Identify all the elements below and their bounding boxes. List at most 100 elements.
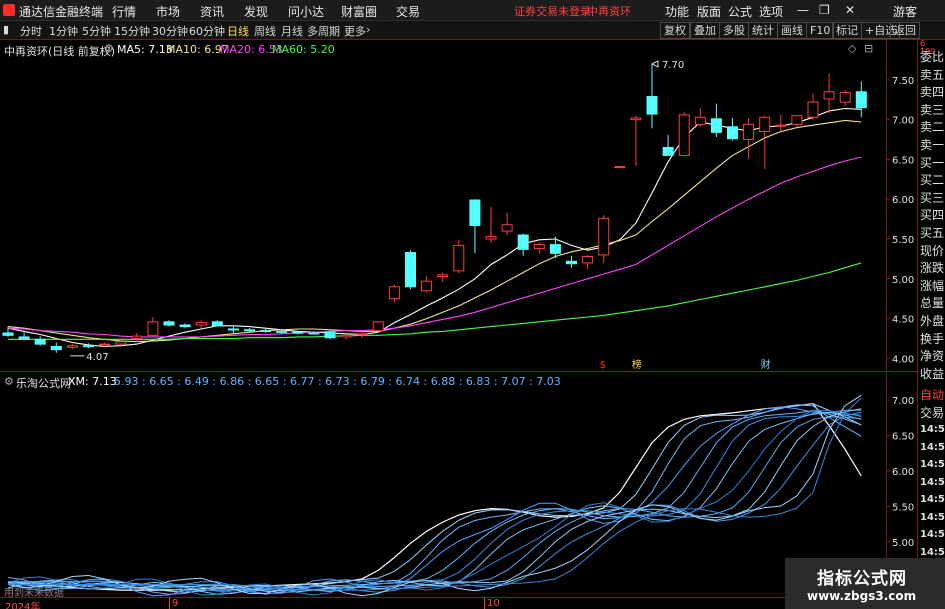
app-logo-icon xyxy=(3,4,15,16)
kline-chart[interactable]: 4.00 4.50 5.00 5.50 6.00 6.50 7.00 7.50 7.70 4.0… xyxy=(0,40,917,372)
period-tab-more[interactable]: 更多 xyxy=(344,23,366,39)
tick-time: 14:56 xyxy=(920,424,945,435)
toolbar-back-icon[interactable]: ▮ xyxy=(3,23,9,36)
candle-body xyxy=(549,244,561,254)
candle-body xyxy=(727,126,738,140)
trade-panel-label: 自动 xyxy=(920,388,945,402)
adjust-button[interactable]: 复权 xyxy=(660,22,690,39)
period-tab-5min[interactable]: 5分钟 xyxy=(82,23,111,39)
period-tab-multi[interactable]: 多周期 xyxy=(307,23,340,39)
quote-field-label: 买二 xyxy=(920,173,945,188)
period-tab-timeshare[interactable]: 分时 xyxy=(20,23,42,39)
menu-news[interactable]: 资讯 xyxy=(200,3,224,20)
ma-line-ma60 xyxy=(8,262,862,340)
candle-body xyxy=(630,117,642,121)
menu-market[interactable]: 市场 xyxy=(156,3,180,20)
ind-tick-label: 7.00 xyxy=(892,396,914,407)
candle-body xyxy=(662,146,674,156)
f10-button[interactable]: F10 xyxy=(806,22,835,39)
trade-login-status[interactable]: 证券交易未登录 xyxy=(514,3,591,19)
candle-body xyxy=(566,260,577,265)
minimize-icon[interactable]: — xyxy=(797,3,809,17)
indicator-line xyxy=(8,410,862,591)
event-marker: 榜 xyxy=(632,358,642,371)
candle-body xyxy=(839,92,851,103)
candle-body xyxy=(437,274,449,277)
quote-field-label: 卖四 xyxy=(920,85,945,100)
high-arrow xyxy=(650,60,659,68)
site-watermark: 指标公式网 www.zbgs3.com xyxy=(785,558,945,609)
menu-trade[interactable]: 交易 xyxy=(396,3,420,20)
close-icon[interactable]: ✕ xyxy=(845,3,855,17)
menu-formula[interactable]: 公式 xyxy=(728,3,752,20)
candle-body xyxy=(83,345,94,348)
quote-side-panel: 6 100 委比 卖五 卖四 卖三 卖二 卖一 买一 买二 买三 买四 买五 现价 涨跌 涨幅 总量 外盘 换手净… xyxy=(917,40,945,609)
indicator-chart[interactable]: 5.00 5.50 6.00 6.50 7.00 xyxy=(0,372,917,598)
candle-body xyxy=(405,252,416,288)
tick-time: 14:56 xyxy=(920,511,945,523)
candle-body xyxy=(775,124,787,127)
period-tab-15min[interactable]: 15分钟 xyxy=(114,23,150,39)
candle-body xyxy=(372,321,384,332)
quote-field-label: 净资 xyxy=(920,349,945,364)
period-tab-weekly[interactable]: 周线 xyxy=(254,23,276,39)
tick-time: 14:56 xyxy=(920,476,945,488)
candle-body xyxy=(855,91,867,109)
title-bar: 通达信金融终端 行情 市场 资讯 发现 问小达 财富圈 交易 证券交易未登录 中… xyxy=(0,0,945,21)
menu-layout[interactable]: 版面 xyxy=(697,3,721,20)
period-tab-monthly[interactable]: 月线 xyxy=(281,23,303,39)
candle-body xyxy=(147,321,159,336)
return-button[interactable]: 返回 xyxy=(890,22,920,39)
app-title: 通达信金融终端 xyxy=(19,5,104,19)
quote-field-label: 收益 xyxy=(920,366,945,381)
candle-body xyxy=(678,114,690,156)
candle-body xyxy=(227,328,239,331)
restore-icon[interactable]: ❐ xyxy=(819,3,830,17)
candle-body xyxy=(453,244,465,272)
overlay-button[interactable]: 叠加 xyxy=(690,22,720,39)
period-tab-30min[interactable]: 30分钟 xyxy=(152,23,188,39)
menu-ask[interactable]: 问小达 xyxy=(288,3,324,20)
quote-field-label: 买五 xyxy=(920,226,945,240)
watermark-url: www.zbgs3.com xyxy=(807,589,917,603)
indicator-line xyxy=(7,394,862,597)
quote-field-label: 买一 xyxy=(920,155,945,170)
price-tick-label: 4.00 xyxy=(892,354,914,365)
quote-field-label: 现价 xyxy=(920,243,945,258)
candle-body xyxy=(324,331,336,339)
menu-options[interactable]: 选项 xyxy=(759,3,783,20)
indicator-line xyxy=(7,406,862,597)
menu-quotes[interactable]: 行情 xyxy=(112,3,136,20)
period-tab-1min[interactable]: 1分钟 xyxy=(49,23,78,39)
ind-tick-label: 5.50 xyxy=(892,502,914,513)
menu-function[interactable]: 功能 xyxy=(665,3,689,20)
period-tab-60min[interactable]: 60分钟 xyxy=(189,23,225,39)
mark-button[interactable]: 标记 xyxy=(832,22,862,39)
candle-body xyxy=(163,321,175,326)
multi-stock-button[interactable]: 多股 xyxy=(719,22,749,39)
candle-body xyxy=(276,330,288,333)
period-tab-daily[interactable]: 日线 xyxy=(227,23,249,39)
price-tick-label: 4.50 xyxy=(892,315,914,326)
price-tick-label: 6.50 xyxy=(892,155,914,166)
candle-body xyxy=(292,331,304,334)
user-label[interactable]: 游客 xyxy=(893,3,917,20)
ind-tick-label: 6.00 xyxy=(892,467,914,478)
quote-field-label: 委比 xyxy=(920,50,945,64)
candle-body xyxy=(694,116,706,125)
menu-wealth[interactable]: 财富圈 xyxy=(341,3,377,20)
price-tick-label: 7.50 xyxy=(892,76,914,87)
indicator-line xyxy=(7,403,862,593)
candle-body xyxy=(807,101,819,118)
stats-button[interactable]: 统计 xyxy=(748,22,778,39)
candle-body xyxy=(582,256,594,264)
more-chevron-icon[interactable]: › xyxy=(366,23,370,36)
candle-body xyxy=(388,286,400,300)
ma-line-ma20 xyxy=(7,156,862,338)
draw-line-button[interactable]: 画线 xyxy=(777,22,807,39)
ma-line-ma5 xyxy=(7,107,862,348)
menu-discover[interactable]: 发现 xyxy=(244,3,268,20)
quote-field-label: 外盘 xyxy=(920,314,945,328)
candle-body xyxy=(244,329,255,332)
candle-body xyxy=(18,336,30,340)
